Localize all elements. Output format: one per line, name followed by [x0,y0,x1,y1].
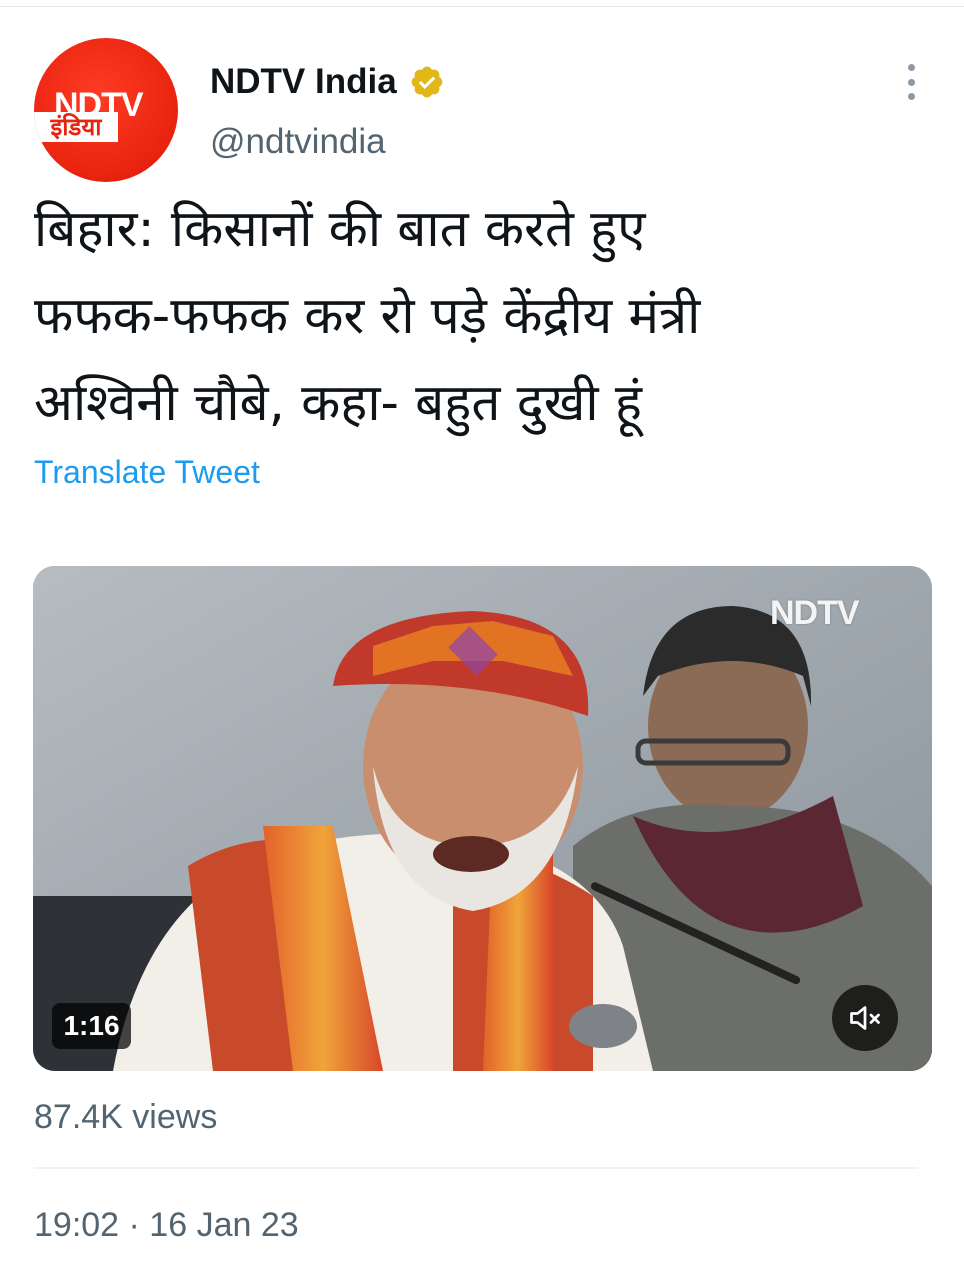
video-duration-badge: 1:16 [52,1003,131,1049]
user-handle[interactable]: @ndtvindia [210,122,386,162]
translate-tweet-link[interactable]: Translate Tweet [34,454,260,491]
view-count: 87.4K views [34,1098,218,1136]
speaker-muted-icon [850,1006,880,1030]
tweet-text-line: बिहार: किसानों की बात करते हुए [34,200,646,259]
video-player[interactable]: NDTV [33,566,932,1071]
mute-button[interactable] [832,985,898,1051]
tweet-timestamp[interactable]: 19:02 · 16 Jan 23 [34,1206,299,1245]
divider [34,1167,918,1169]
top-divider [0,6,964,7]
tweet-text-line: अश्विनी चौबे, कहा- बहुत दुखी हूं [34,374,642,433]
video-thumbnail [33,566,932,1071]
author-name-row[interactable]: NDTV India [210,60,445,104]
more-options-button[interactable] [896,62,926,102]
display-name[interactable]: NDTV India [210,62,397,102]
verified-badge-icon [411,66,443,98]
avatar-logo-hindi: इंडिया [34,112,118,142]
tweet-text: बिहार: किसानों की बात करते हुए फफक-फफक क… [34,186,914,447]
more-vertical-icon [907,64,915,71]
avatar[interactable]: NDTV इंडिया [34,38,178,182]
video-watermark: NDTV [770,594,860,632]
tweet-text-line: फफक-फफक कर रो पड़े केंद्रीय मंत्री [34,287,701,346]
